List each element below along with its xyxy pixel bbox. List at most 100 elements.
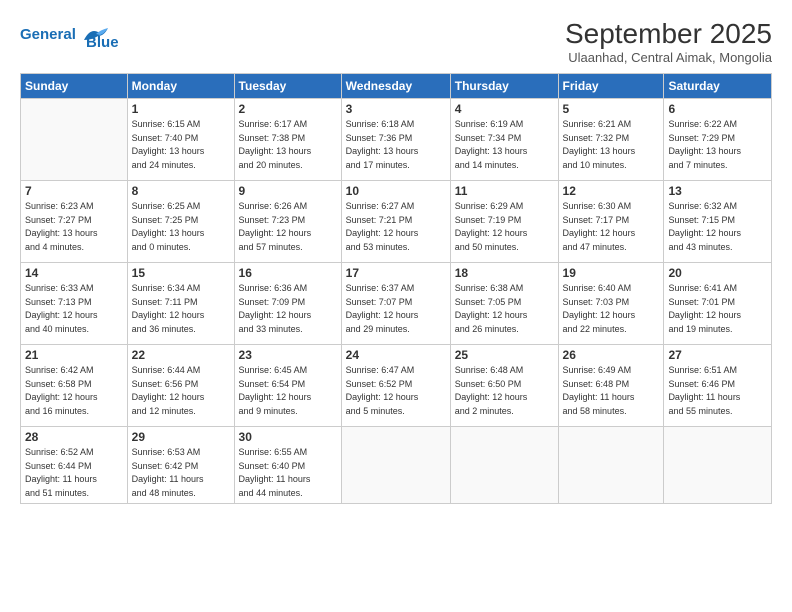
logo: General Blue xyxy=(20,18,119,51)
day-number: 15 xyxy=(132,266,230,280)
day-info: Sunrise: 6:18 AMSunset: 7:36 PMDaylight:… xyxy=(346,118,446,172)
day-info: Sunrise: 6:33 AMSunset: 7:13 PMDaylight:… xyxy=(25,282,123,336)
day-number: 24 xyxy=(346,348,446,362)
day-info: Sunrise: 6:27 AMSunset: 7:21 PMDaylight:… xyxy=(346,200,446,254)
calendar-cell: 27 Sunrise: 6:51 AMSunset: 6:46 PMDayligh… xyxy=(664,345,772,427)
month-title: September 2025 xyxy=(565,18,772,50)
day-number: 1 xyxy=(132,102,230,116)
day-number: 7 xyxy=(25,184,123,198)
day-info: Sunrise: 6:36 AMSunset: 7:09 PMDaylight:… xyxy=(239,282,337,336)
calendar-cell: 4Sunrise: 6:19 AMSunset: 7:34 PMDaylight… xyxy=(450,99,558,181)
day-number: 21 xyxy=(25,348,123,362)
calendar-cell: 30 Sunrise: 6:55 AMSunset: 6:40 PMDayligh… xyxy=(234,427,341,504)
day-number: 25 xyxy=(455,348,554,362)
calendar-cell: 29 Sunrise: 6:53 AMSunset: 6:42 PMDayligh… xyxy=(127,427,234,504)
day-info: Sunrise: 6:21 AMSunset: 7:32 PMDaylight:… xyxy=(563,118,660,172)
col-header-wednesday: Wednesday xyxy=(341,74,450,99)
calendar-cell xyxy=(21,99,128,181)
day-number: 12 xyxy=(563,184,660,198)
day-number: 14 xyxy=(25,266,123,280)
day-info: Sunrise: 6:23 AMSunset: 7:27 PMDaylight:… xyxy=(25,200,123,254)
day-info: Sunrise: 6:32 AMSunset: 7:15 PMDaylight:… xyxy=(668,200,767,254)
col-header-tuesday: Tuesday xyxy=(234,74,341,99)
day-number: 8 xyxy=(132,184,230,198)
day-info: Sunrise: 6:51 AMSunset: 6:46 PMDaylight:… xyxy=(668,364,767,418)
calendar-cell: 1 Sunrise: 6:15 AMSunset: 7:40 PMDaylight… xyxy=(127,99,234,181)
day-info: Sunrise: 6:29 AMSunset: 7:19 PMDaylight:… xyxy=(455,200,554,254)
calendar-cell: 18 Sunrise: 6:38 AMSunset: 7:05 PMDayligh… xyxy=(450,263,558,345)
day-number: 20 xyxy=(668,266,767,280)
calendar-cell xyxy=(450,427,558,504)
col-header-saturday: Saturday xyxy=(664,74,772,99)
day-number: 27 xyxy=(668,348,767,362)
calendar-cell: 14 Sunrise: 6:33 AMSunset: 7:13 PMDayligh… xyxy=(21,263,128,345)
calendar-cell: 3 Sunrise: 6:18 AMSunset: 7:36 PMDaylight… xyxy=(341,99,450,181)
day-number: 6 xyxy=(668,102,767,116)
calendar-cell: 15 Sunrise: 6:34 AMSunset: 7:11 PMDayligh… xyxy=(127,263,234,345)
day-number: 13 xyxy=(668,184,767,198)
logo-general: General xyxy=(20,25,76,42)
day-info: Sunrise: 6:45 AMSunset: 6:54 PMDaylight:… xyxy=(239,364,337,418)
day-info: Sunrise: 6:22 AMSunset: 7:29 PMDaylight:… xyxy=(668,118,767,172)
day-number: 5 xyxy=(563,102,660,116)
calendar-cell xyxy=(558,427,664,504)
col-header-thursday: Thursday xyxy=(450,74,558,99)
title-block: September 2025 Ulaanhad, Central Aimak, … xyxy=(565,18,772,65)
calendar-table: SundayMondayTuesdayWednesdayThursdayFrid… xyxy=(20,73,772,504)
calendar-cell xyxy=(664,427,772,504)
day-number: 30 xyxy=(239,430,337,444)
calendar-cell: 6 Sunrise: 6:22 AMSunset: 7:29 PMDaylight… xyxy=(664,99,772,181)
day-number: 10 xyxy=(346,184,446,198)
day-number: 17 xyxy=(346,266,446,280)
calendar-cell: 12 Sunrise: 6:30 AMSunset: 7:17 PMDayligh… xyxy=(558,181,664,263)
day-number: 26 xyxy=(563,348,660,362)
location: Ulaanhad, Central Aimak, Mongolia xyxy=(565,50,772,65)
calendar-cell: 2 Sunrise: 6:17 AMSunset: 7:38 PMDaylight… xyxy=(234,99,341,181)
col-header-sunday: Sunday xyxy=(21,74,128,99)
calendar-cell: 19Sunrise: 6:40 AMSunset: 7:03 PMDayligh… xyxy=(558,263,664,345)
day-info: Sunrise: 6:41 AMSunset: 7:01 PMDaylight:… xyxy=(668,282,767,336)
calendar-cell: 9 Sunrise: 6:26 AMSunset: 7:23 PMDaylight… xyxy=(234,181,341,263)
calendar-cell: 26 Sunrise: 6:49 AMSunset: 6:48 PMDayligh… xyxy=(558,345,664,427)
col-header-friday: Friday xyxy=(558,74,664,99)
day-info: Sunrise: 6:52 AMSunset: 6:44 PMDaylight:… xyxy=(25,446,123,500)
day-number: 28 xyxy=(25,430,123,444)
day-number: 9 xyxy=(239,184,337,198)
calendar-cell: 24 Sunrise: 6:47 AMSunset: 6:52 PMDayligh… xyxy=(341,345,450,427)
calendar-cell: 17 Sunrise: 6:37 AMSunset: 7:07 PMDayligh… xyxy=(341,263,450,345)
day-number: 22 xyxy=(132,348,230,362)
calendar-cell: 5 Sunrise: 6:21 AMSunset: 7:32 PMDaylight… xyxy=(558,99,664,181)
day-info: Sunrise: 6:47 AMSunset: 6:52 PMDaylight:… xyxy=(346,364,446,418)
day-number: 2 xyxy=(239,102,337,116)
day-info: Sunrise: 6:48 AMSunset: 6:50 PMDaylight:… xyxy=(455,364,554,418)
day-info: Sunrise: 6:25 AMSunset: 7:25 PMDaylight:… xyxy=(132,200,230,254)
calendar-cell: 22 Sunrise: 6:44 AMSunset: 6:56 PMDayligh… xyxy=(127,345,234,427)
calendar-cell xyxy=(341,427,450,504)
day-info: Sunrise: 6:37 AMSunset: 7:07 PMDaylight:… xyxy=(346,282,446,336)
day-info: Sunrise: 6:26 AMSunset: 7:23 PMDaylight:… xyxy=(239,200,337,254)
day-info: Sunrise: 6:44 AMSunset: 6:56 PMDaylight:… xyxy=(132,364,230,418)
day-info: Sunrise: 6:42 AMSunset: 6:58 PMDaylight:… xyxy=(25,364,123,418)
day-info: Sunrise: 6:30 AMSunset: 7:17 PMDaylight:… xyxy=(563,200,660,254)
day-info: Sunrise: 6:34 AMSunset: 7:11 PMDaylight:… xyxy=(132,282,230,336)
day-number: 23 xyxy=(239,348,337,362)
calendar-cell: 25 Sunrise: 6:48 AMSunset: 6:50 PMDayligh… xyxy=(450,345,558,427)
day-info: Sunrise: 6:38 AMSunset: 7:05 PMDaylight:… xyxy=(455,282,554,336)
day-info: Sunrise: 6:15 AMSunset: 7:40 PMDaylight:… xyxy=(132,118,230,172)
day-number: 29 xyxy=(132,430,230,444)
day-number: 11 xyxy=(455,184,554,198)
day-number: 3 xyxy=(346,102,446,116)
day-number: 19 xyxy=(563,266,660,280)
day-number: 18 xyxy=(455,266,554,280)
calendar-cell: 7 Sunrise: 6:23 AMSunset: 7:27 PMDaylight… xyxy=(21,181,128,263)
day-info: Sunrise: 6:17 AMSunset: 7:38 PMDaylight:… xyxy=(239,118,337,172)
calendar-cell: 21 Sunrise: 6:42 AMSunset: 6:58 PMDayligh… xyxy=(21,345,128,427)
day-info: Sunrise: 6:53 AMSunset: 6:42 PMDaylight:… xyxy=(132,446,230,500)
logo-blue: Blue xyxy=(86,34,119,51)
day-info: Sunrise: 6:55 AMSunset: 6:40 PMDaylight:… xyxy=(239,446,337,500)
day-number: 4 xyxy=(455,102,554,116)
calendar-cell: 23 Sunrise: 6:45 AMSunset: 6:54 PMDayligh… xyxy=(234,345,341,427)
calendar-cell: 13 Sunrise: 6:32 AMSunset: 7:15 PMDayligh… xyxy=(664,181,772,263)
day-info: Sunrise: 6:49 AMSunset: 6:48 PMDaylight:… xyxy=(563,364,660,418)
calendar-cell: 11 Sunrise: 6:29 AMSunset: 7:19 PMDayligh… xyxy=(450,181,558,263)
